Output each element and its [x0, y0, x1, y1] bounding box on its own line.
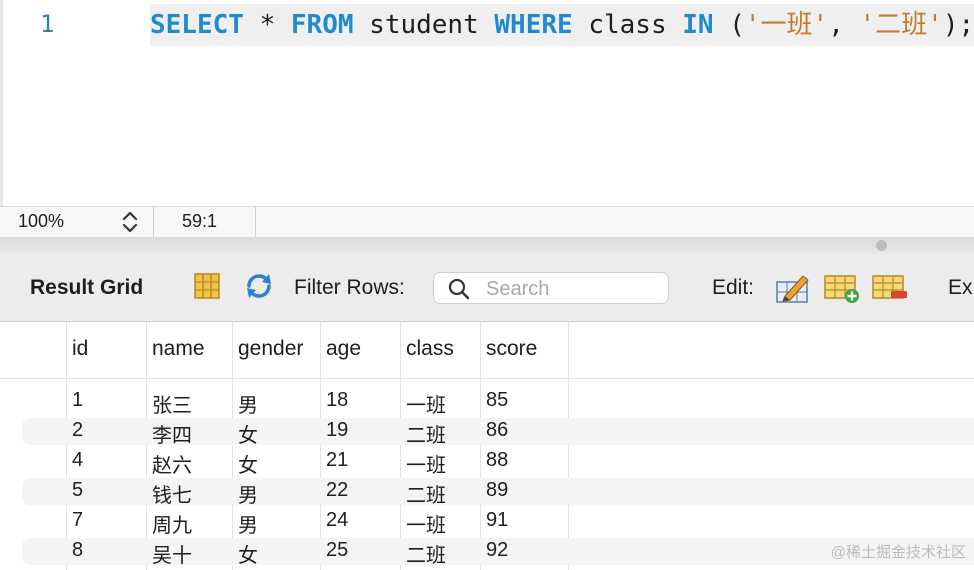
cell-name[interactable]: 吴十: [152, 539, 192, 568]
table-row[interactable]: 1 张三 男 18 一班 85: [0, 386, 974, 418]
cell-score[interactable]: 91: [486, 509, 508, 532]
chevron-up-down-icon[interactable]: [120, 209, 140, 235]
filter-search-box[interactable]: [433, 272, 669, 304]
column-header-id[interactable]: id: [72, 337, 88, 361]
cell-class[interactable]: 二班: [406, 539, 446, 568]
column-header-score[interactable]: score: [486, 337, 537, 361]
delete-row-icon[interactable]: [871, 272, 909, 309]
cell-name[interactable]: 李四: [152, 419, 192, 448]
cell-age[interactable]: 21: [326, 449, 348, 472]
sql-text: );: [942, 10, 974, 40]
cell-gender[interactable]: 女: [238, 419, 258, 448]
line-number: 1: [40, 10, 55, 38]
sql-string: '二班': [859, 10, 943, 40]
cell-name[interactable]: 钱七: [152, 479, 192, 508]
column-header-age[interactable]: age: [326, 337, 361, 361]
cell-id[interactable]: 1: [72, 389, 83, 412]
cell-age[interactable]: 19: [326, 419, 348, 442]
sql-text: student: [353, 10, 495, 40]
cell-age[interactable]: 25: [326, 539, 348, 562]
column-header-gender[interactable]: gender: [238, 337, 303, 361]
sql-editor[interactable]: 1 SELECT * FROM student WHERE class IN (…: [0, 0, 974, 206]
sql-keyword: WHERE: [494, 10, 573, 40]
edit-label: Edit:: [712, 276, 755, 299]
cell-id[interactable]: 8: [72, 539, 83, 562]
result-grid-tab[interactable]: Result Grid: [30, 276, 143, 300]
column-header-name[interactable]: name: [152, 337, 205, 361]
cell-class[interactable]: 一班: [406, 389, 446, 418]
sql-keyword: FROM: [290, 10, 354, 40]
cell-gender[interactable]: 女: [238, 449, 258, 478]
sql-text: (: [713, 10, 745, 40]
edit-cell-icon[interactable]: [775, 272, 811, 309]
cell-class[interactable]: 一班: [406, 449, 446, 478]
result-toolbar: Result Grid Filter Rows: Edit:: [0, 254, 974, 322]
cell-score[interactable]: 88: [486, 449, 508, 472]
sql-string: '一班': [744, 10, 829, 40]
watermark: @稀土掘金技术社区: [830, 544, 966, 561]
cell-id[interactable]: 7: [72, 509, 83, 532]
cell-id[interactable]: 4: [72, 449, 83, 472]
cell-score[interactable]: 86: [486, 419, 508, 442]
cell-class[interactable]: 二班: [406, 479, 446, 508]
add-row-icon[interactable]: [823, 272, 861, 309]
cell-score[interactable]: 85: [486, 389, 508, 412]
cell-id[interactable]: 5: [72, 479, 83, 502]
cell-age[interactable]: 22: [326, 479, 348, 502]
cell-age[interactable]: 18: [326, 389, 348, 412]
cell-name[interactable]: 张三: [152, 389, 192, 418]
filter-rows-label: Filter Rows:: [294, 276, 405, 299]
cell-score[interactable]: 89: [486, 479, 508, 502]
cell-class[interactable]: 一班: [406, 509, 446, 538]
status-divider: [255, 207, 256, 237]
table-row[interactable]: 5 钱七 男 22 二班 89: [0, 476, 974, 508]
filter-search-input[interactable]: [484, 275, 664, 303]
splitter-grip-icon[interactable]: [876, 240, 887, 251]
cell-gender[interactable]: 男: [238, 479, 258, 508]
cell-name[interactable]: 赵六: [152, 449, 192, 478]
cell-class[interactable]: 二班: [406, 419, 446, 448]
refresh-icon[interactable]: [243, 272, 275, 305]
sql-text: *: [243, 10, 291, 40]
panel-splitter[interactable]: [0, 238, 974, 254]
cell-gender[interactable]: 女: [238, 539, 258, 568]
status-divider: [153, 207, 154, 237]
zoom-level: 100%: [18, 211, 65, 231]
cursor-position: 59:1: [182, 211, 218, 231]
table-row[interactable]: 4 赵六 女 21 一班 88: [0, 446, 974, 478]
column-header-class[interactable]: class: [406, 337, 454, 361]
search-icon: [448, 278, 470, 305]
code-line[interactable]: SELECT * FROM student WHERE class IN ('一…: [150, 4, 974, 46]
table-row[interactable]: 2 李四 女 19 二班 86: [0, 416, 974, 448]
result-grid[interactable]: id name gender age class score 1 张三 男 18…: [0, 322, 974, 570]
sql-text: class: [572, 10, 683, 40]
export-label: Ex: [948, 276, 973, 299]
cell-name[interactable]: 周九: [152, 509, 192, 538]
sql-text: ,: [828, 10, 860, 40]
cell-gender[interactable]: 男: [238, 389, 258, 418]
table-row[interactable]: 7 周九 男 24 一班 91: [0, 506, 974, 538]
form-view-icon[interactable]: [193, 272, 221, 305]
sql-keyword: SELECT: [150, 10, 244, 40]
cell-age[interactable]: 24: [326, 509, 348, 532]
cell-score[interactable]: 92: [486, 539, 508, 562]
table-row[interactable]: 8 吴十 女 25 二班 92: [0, 536, 974, 568]
cell-gender[interactable]: 男: [238, 509, 258, 538]
editor-line[interactable]: 1 SELECT * FROM student WHERE class IN (…: [0, 4, 974, 46]
cell-id[interactable]: 2: [72, 419, 83, 442]
editor-status-bar: 100% 59:1: [0, 206, 974, 238]
sql-keyword: IN: [682, 10, 714, 40]
